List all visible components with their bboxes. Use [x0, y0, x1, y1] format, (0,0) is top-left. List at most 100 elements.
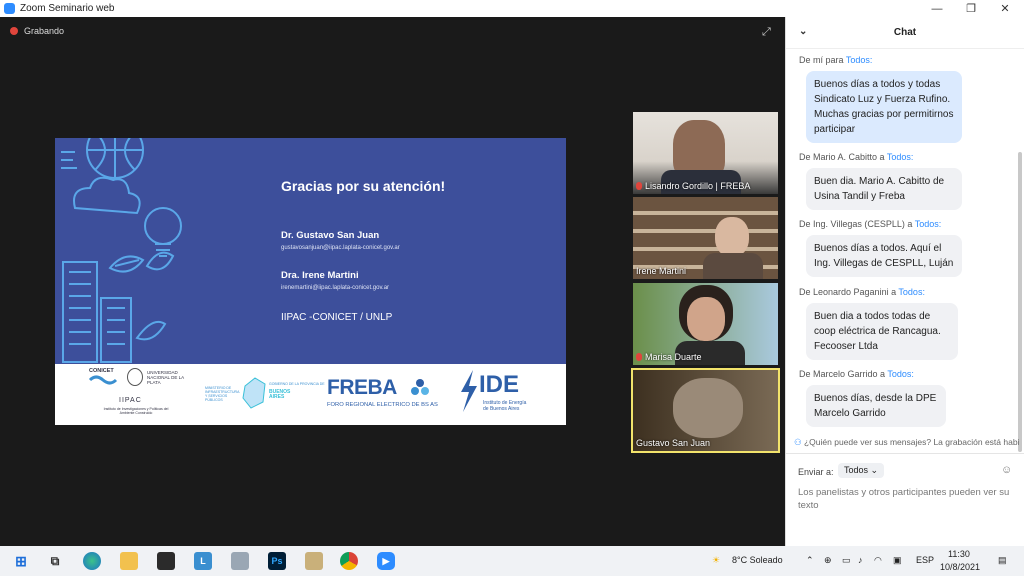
freba-logo-text: FREBA: [327, 376, 397, 399]
muted-mic-icon: [636, 353, 642, 361]
unlp-logo-text: UNIVERSIDAD NACIONAL DE LA PLATA: [147, 370, 184, 385]
chat-header: ⌄ Chat: [786, 17, 1024, 49]
send-to-label: Enviar a:: [798, 467, 834, 477]
video-stage: Grabando ⤢ Gracias por su atención! Dr. …: [0, 17, 785, 546]
taskbar: ⊞ ⧉ L Ps ▶ ☀ 8°C Soleado ⌃ ⊕ ▭ ♪ ◠ ▣ ESP…: [0, 546, 1024, 576]
participant-video-tile[interactable]: Marisa Duarte: [633, 283, 778, 365]
divider: [786, 453, 1024, 454]
task-view-icon[interactable]: ⧉: [46, 552, 64, 570]
message-header: De Leonardo Paganini a Todos:: [799, 287, 925, 297]
battery-icon[interactable]: ▭: [842, 555, 851, 566]
iipac-logo-text: IIPAC: [119, 397, 142, 404]
clock-time[interactable]: 11:30: [948, 549, 970, 559]
participant-name: Lisandro Gordillo | FREBA: [645, 181, 751, 191]
participant-face: [673, 378, 743, 438]
provincia-map-icon: [242, 377, 266, 409]
ide-logo-text: IDE: [479, 371, 520, 398]
zoom-app-icon: [4, 3, 15, 14]
zoom-icon[interactable]: ▶: [377, 552, 395, 570]
participant-label: Lisandro Gordillo | FREBA: [636, 181, 750, 191]
person-icon: ⚇: [794, 437, 804, 447]
photoshop-icon[interactable]: Ps: [268, 552, 286, 570]
wifi-icon[interactable]: ◠: [874, 555, 882, 566]
iipac-logo-subtext: Instituto de Investigaciones y Políticas…: [103, 407, 169, 415]
active-speaker-video-tile[interactable]: Gustavo San Juan: [631, 368, 780, 453]
weather-text[interactable]: 8°C Soleado: [732, 555, 783, 565]
close-button[interactable]: ✕: [988, 0, 1022, 17]
store-icon[interactable]: [157, 552, 175, 570]
participant-name: Irene Martini: [636, 266, 687, 276]
chat-message: Buenos días a todos. Aquí el Ing. Villeg…: [806, 235, 962, 277]
emoji-icon[interactable]: ☺: [1001, 464, 1012, 476]
muted-mic-icon: [636, 182, 642, 190]
clock-date[interactable]: 10/8/2021: [940, 562, 980, 572]
visibility-note[interactable]: ⚇ ¿Quién puede ver sus mensajes? La grab…: [794, 437, 1020, 448]
participant-body: [703, 253, 763, 279]
chat-panel: ⌄ Chat De mí para Todos: Buenos días a t…: [785, 17, 1024, 546]
slide-title: Gracias por su atención!: [281, 178, 446, 194]
slide-header: Gracias por su atención! Dr. Gustavo San…: [55, 138, 566, 364]
chat-title: Chat: [893, 27, 917, 38]
chevron-down-icon[interactable]: ⌄: [799, 26, 807, 37]
app-gallery-icon[interactable]: [231, 552, 249, 570]
message-header: De Ing. Villegas (CESPLL) a Todos:: [799, 219, 942, 229]
participant-face: [687, 297, 725, 341]
chevron-down-icon: ⌄: [870, 465, 879, 475]
participant-video-tile[interactable]: Irene Martini: [633, 197, 778, 279]
chat-message: Buenos días, desde la DPE Marcelo Garrid…: [806, 385, 946, 427]
recording-label: Grabando: [24, 26, 65, 36]
speaker2-email: irenemartini@iipac.laplata-conicet.gov.a…: [281, 285, 390, 291]
recording-dot-icon: [10, 27, 18, 35]
participant-name: Marisa Duarte: [645, 352, 702, 362]
speaker1-name: Dr. Gustavo San Juan: [281, 230, 380, 241]
send-to-dropdown[interactable]: Todos ⌄: [838, 463, 885, 478]
buenos-aires-logo-text: BUENOS AIRES: [269, 389, 291, 400]
message-header: De mí para Todos:: [799, 55, 873, 65]
display-icon[interactable]: ▣: [893, 555, 902, 566]
network-icon[interactable]: ⊕: [824, 555, 832, 566]
maximize-button[interactable]: ❐: [954, 0, 988, 17]
language-indicator[interactable]: ESP: [916, 555, 934, 565]
shared-slide: Gracias por su atención! Dr. Gustavo San…: [55, 138, 566, 425]
title-bar: Zoom Seminario web — ❐ ✕: [0, 0, 1024, 17]
message-header: De Marcelo Garrido a Todos:: [799, 369, 914, 379]
chat-message: Buen dia a todos todas de coop eléctrica…: [806, 303, 958, 360]
conicet-logo-text: CONICET: [89, 368, 114, 374]
participant-video-tile[interactable]: Lisandro Gordillo | FREBA: [633, 112, 778, 194]
fullscreen-icon[interactable]: ⤢: [762, 26, 771, 39]
freba-emblem-icon: [411, 379, 429, 395]
edge-icon[interactable]: [83, 552, 101, 570]
chat-input[interactable]: Los panelistas y otros participantes pue…: [798, 486, 1016, 512]
speaker1-email: gustavosanjuan@iipac.laplata-conicet.gov…: [281, 245, 400, 251]
file-explorer-icon[interactable]: [120, 552, 138, 570]
freba-logo-subtext: FORO REGIONAL ELECTRICO DE BS AS: [327, 402, 438, 408]
slide-institution: IIPAC -CONICET / UNLP: [281, 312, 393, 323]
window-title: Zoom Seminario web: [20, 3, 115, 14]
ministerio-logo-text: MINISTERIO DE INFRAESTRUCTURA Y SERVICIO…: [205, 386, 240, 402]
chrome-icon[interactable]: [340, 552, 358, 570]
chat-message: Buenos días a todos y todas Sindicato Lu…: [806, 71, 962, 143]
speaker2-name: Dra. Irene Martini: [281, 270, 359, 281]
gobierno-logo-text: GOBIERNO DE LA PROVINCIA DE: [269, 382, 325, 386]
chat-message: Buen dia. Mario A. Cabitto de Usina Tand…: [806, 168, 962, 210]
ide-logo-subtext: Instituto de Energía de Buenos Aires: [483, 400, 527, 412]
chat-scrollbar[interactable]: [1018, 152, 1022, 452]
notifications-icon[interactable]: ▤: [998, 555, 1007, 566]
volume-icon[interactable]: ♪: [858, 555, 863, 565]
participant-face: [715, 217, 749, 257]
unlp-seal-icon: [127, 368, 143, 386]
recording-indicator: Grabando: [10, 26, 64, 36]
participant-label: Irene Martini: [636, 266, 686, 276]
weather-sun-icon: ☀: [712, 555, 721, 565]
energy-illustration: [61, 138, 182, 363]
chevron-up-icon[interactable]: ⌃: [806, 555, 814, 566]
app-paint-icon[interactable]: [305, 552, 323, 570]
lightning-bolt-icon: [461, 370, 477, 412]
slide-logos: CONICET UNIVERSIDAD NACIONAL DE LA PLATA…: [55, 364, 566, 425]
participant-label: Gustavo San Juan: [636, 438, 710, 448]
participant-label: Marisa Duarte: [636, 352, 702, 362]
windows-start-icon[interactable]: ⊞: [12, 552, 30, 570]
participant-name: Gustavo San Juan: [636, 438, 711, 448]
app-l-icon[interactable]: L: [194, 552, 212, 570]
minimize-button[interactable]: —: [920, 0, 954, 17]
